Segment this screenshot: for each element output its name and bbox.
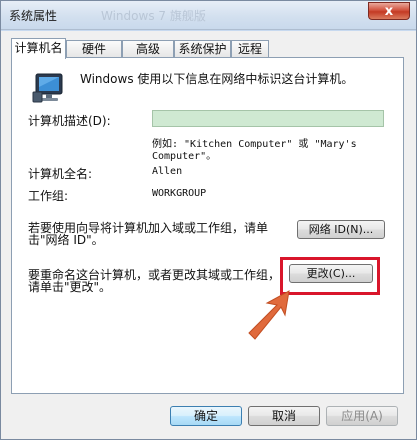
ok-button[interactable]: 确定 bbox=[170, 406, 242, 426]
tab-advanced[interactable]: 高级 bbox=[122, 40, 174, 57]
title-bar[interactable]: 系统属性 Windows 7 旗舰版 x bbox=[1, 1, 416, 30]
tab-system-protection[interactable]: 系统保护 bbox=[174, 40, 231, 57]
window-title: 系统属性 bbox=[9, 9, 58, 23]
example-text-line2: Computer"。 bbox=[152, 151, 217, 162]
computer-description-input[interactable] bbox=[152, 110, 384, 127]
full-name-label: 计算机全名: bbox=[28, 167, 93, 181]
apply-button[interactable]: 应用(A) bbox=[326, 406, 398, 426]
tab-computer-name[interactable]: 计算机名 bbox=[11, 38, 66, 59]
computer-name-panel: Windows 使用以下信息在网络中标识这台计算机。 计算机描述(D): 例如:… bbox=[11, 57, 404, 394]
background-window-title: Windows 7 旗舰版 bbox=[101, 9, 206, 23]
pointer-arrow-icon bbox=[248, 290, 290, 340]
computer-icon bbox=[32, 73, 63, 103]
cancel-button[interactable]: 取消 bbox=[248, 406, 320, 426]
workgroup-label: 工作组: bbox=[28, 189, 69, 203]
description-label: 计算机描述(D): bbox=[28, 114, 111, 128]
network-id-button[interactable]: 网络 ID(N)... bbox=[297, 220, 385, 239]
workgroup-value: WORKGROUP bbox=[152, 188, 207, 199]
tab-hardware[interactable]: 硬件 bbox=[66, 40, 122, 57]
close-button[interactable]: x bbox=[368, 2, 410, 20]
close-icon: x bbox=[384, 4, 394, 19]
tab-remote[interactable]: 远程 bbox=[231, 40, 269, 57]
rename-text-line2: 请单击"更改"。 bbox=[28, 280, 112, 294]
full-name-value: Allen bbox=[152, 166, 183, 177]
network-id-text-line2: 击"网络 ID"。 bbox=[28, 233, 104, 247]
system-properties-window: 系统属性 Windows 7 旗舰版 x 计算机名 硬件 高级 系统保护 远程 bbox=[0, 0, 417, 440]
intro-text: Windows 使用以下信息在网络中标识这台计算机。 bbox=[80, 72, 354, 86]
